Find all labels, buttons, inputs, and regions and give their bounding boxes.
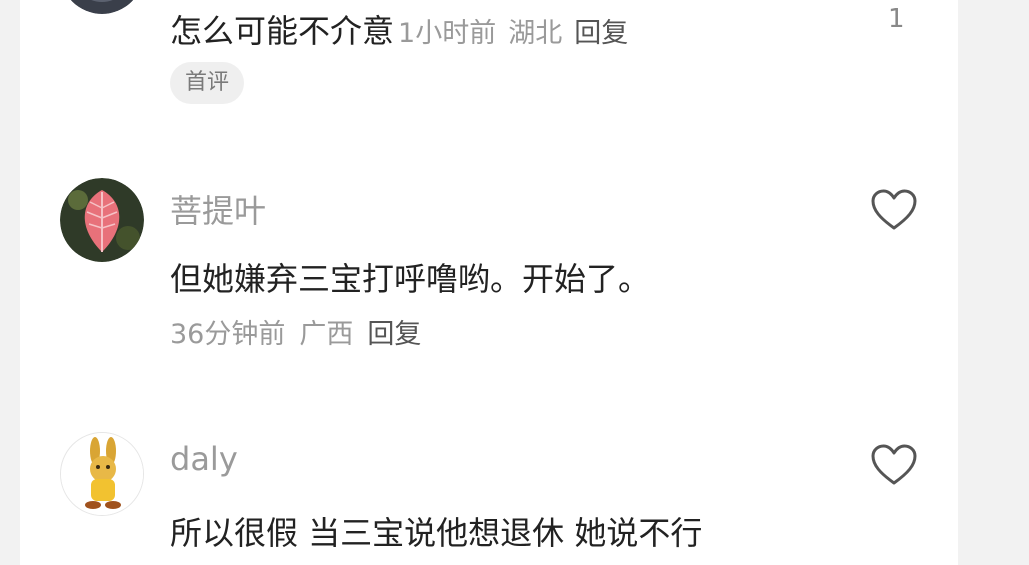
avatar[interactable]: [60, 0, 144, 14]
avatar[interactable]: [60, 178, 144, 262]
username[interactable]: daly: [170, 440, 238, 478]
comment-text: 所以很假 当三宝说他想退休 她说不行: [170, 514, 703, 552]
comment-meta: 1小时前 湖北 回复: [398, 18, 640, 49]
reply-button[interactable]: 回复: [367, 319, 421, 350]
avatar[interactable]: [60, 432, 144, 516]
heart-outline-icon[interactable]: [870, 188, 918, 232]
comment-list: 怎么可能不介意 1小时前 湖北 回复 1 首评 菩提叶 但她嫌弃三宝打呼噜哟。开始了。…: [20, 0, 958, 565]
first-comment-badge: 首评: [170, 62, 245, 104]
comment-time: 1小时前: [398, 18, 497, 49]
like-count: 1: [888, 4, 905, 34]
heart-outline-icon[interactable]: [870, 443, 918, 487]
comment-text: 怎么可能不介意: [170, 12, 395, 50]
reply-button[interactable]: 回复: [574, 18, 628, 49]
comment-location: 广西: [299, 319, 354, 350]
comment-text: 但她嫌弃三宝打呼噜哟。开始了。: [170, 260, 651, 298]
comment-text-row: 怎么可能不介意 1小时前 湖北 回复: [170, 6, 640, 52]
comment-time: 36分钟前: [170, 319, 286, 350]
comment-location: 湖北: [508, 18, 563, 49]
comment-meta: 36分钟前 广西 回复: [170, 312, 435, 351]
username[interactable]: 菩提叶: [170, 186, 266, 232]
